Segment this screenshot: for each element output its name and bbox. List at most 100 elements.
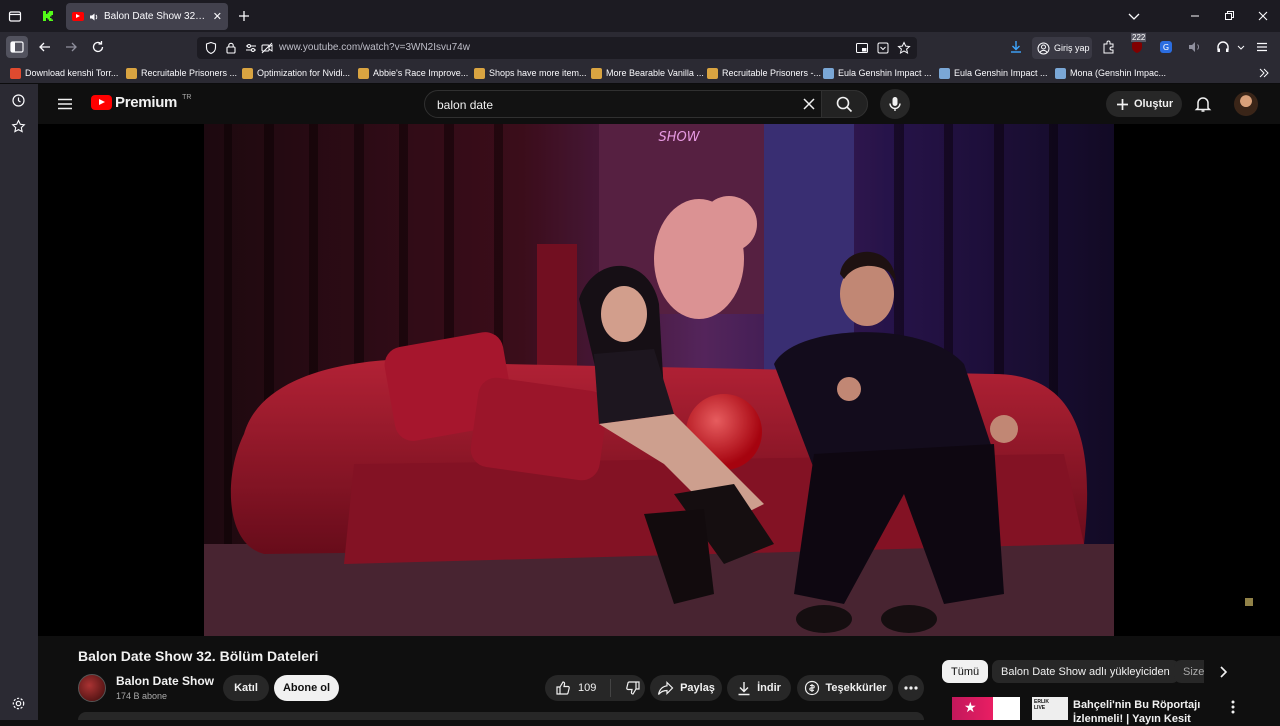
sidebar-toggle-icon[interactable] (6, 36, 28, 58)
share-arrow-icon (657, 680, 674, 696)
join-label: Katıl (234, 682, 258, 694)
suggested-title-line2: İzlenmeli! | Yayın Kesit (1073, 713, 1191, 725)
bookmark-label: Recruitable Prisoners -... (722, 68, 822, 78)
guide-menu-icon[interactable] (57, 96, 73, 112)
bookmark-item[interactable]: Recruitable Prisoners -... (707, 66, 821, 80)
permissions-icon[interactable] (244, 41, 258, 55)
close-window-icon[interactable] (1255, 8, 1271, 24)
minimize-icon[interactable] (1187, 8, 1203, 24)
chips-next-chevron-icon[interactable] (1216, 665, 1230, 679)
suggested-video-title[interactable]: Bahçeli'nin Bu Röportajı İzlenmeli! | Ya… (1073, 698, 1200, 726)
youtube-logo-icon (91, 95, 112, 110)
user-avatar[interactable] (1234, 92, 1258, 116)
bookmark-favicon-icon (10, 67, 21, 79)
search-input[interactable]: balon date (437, 98, 493, 112)
bookmark-item[interactable]: Shops have more item... (474, 66, 587, 80)
description-box[interactable] (78, 712, 924, 720)
sidebar-settings-gear-icon[interactable] (11, 696, 26, 711)
join-button[interactable]: Katıl (223, 675, 269, 701)
clear-search-icon[interactable] (802, 97, 816, 111)
save-to-pocket-icon[interactable] (876, 41, 890, 55)
share-button[interactable]: Paylaş (650, 675, 722, 701)
volume-extension-icon[interactable] (1187, 39, 1203, 55)
super-thanks-icon (804, 680, 820, 696)
reload-icon[interactable] (90, 39, 106, 55)
translate-extension-icon[interactable]: G (1158, 39, 1174, 55)
speaker-icon[interactable] (89, 12, 99, 22)
like-button[interactable]: 109 (555, 680, 596, 696)
tab-close-icon[interactable]: ✕ (213, 10, 222, 23)
new-tab-icon[interactable] (237, 9, 251, 23)
bookmark-item[interactable]: Download kenshi Torr... (10, 66, 118, 80)
thumbnail-badge-text: ERLIK LIVE (1034, 699, 1049, 711)
browser-sidebar (0, 84, 38, 720)
headphones-extension-icon[interactable] (1215, 39, 1231, 55)
channel-name[interactable]: Balon Date Show (116, 674, 214, 688)
dislike-button[interactable] (625, 680, 641, 696)
back-arrow-icon[interactable] (37, 39, 53, 55)
tab-youtube-active[interactable]: Balon Date Show 32. Bölüm ✕ (66, 3, 228, 30)
channel-avatar[interactable] (78, 674, 106, 702)
restore-icon[interactable] (1221, 8, 1237, 24)
suggested-video-thumbnail[interactable]: ★ (952, 697, 1020, 720)
create-label: Oluştur (1134, 98, 1174, 110)
picture-in-picture-icon[interactable] (855, 41, 869, 55)
video-frame[interactable]: SHOW (204, 124, 1114, 636)
search-box[interactable]: balon date (424, 90, 868, 118)
notifications-bell-icon[interactable] (1194, 95, 1212, 113)
address-bar[interactable]: www.youtube.com/watch?v=3WN2Isvu74w (197, 37, 917, 59)
bookmark-item[interactable]: Abbie's Race Improve... (358, 66, 468, 80)
search-button[interactable] (821, 90, 868, 118)
bookmarks-overflow-icon[interactable] (1258, 66, 1270, 80)
voice-search-button[interactable] (880, 89, 910, 119)
thumbs-down-icon (625, 680, 641, 696)
subscribe-button[interactable]: Abone ol (274, 675, 339, 701)
video-player[interactable]: SHOW (38, 124, 1280, 636)
bookmark-item[interactable]: Mona (Genshin Impac... (1055, 66, 1166, 80)
chip-from-uploader[interactable]: Balon Date Show adlı yükleyiciden (992, 660, 1179, 683)
bookmark-item[interactable]: More Bearable Vanilla ... (591, 66, 704, 80)
bookmark-item[interactable]: Optimization for Nvidi... (242, 66, 350, 80)
download-button[interactable]: İndir (727, 675, 791, 701)
sign-in-button[interactable]: Giriş yap (1032, 37, 1092, 59)
ublock-extension-icon[interactable]: 222 (1129, 33, 1147, 55)
app-menu-hamburger-icon[interactable] (1254, 39, 1270, 55)
chip-for-you[interactable]: Size (1174, 660, 1204, 683)
download-arrow-icon (737, 681, 751, 696)
download-label: İndir (757, 682, 781, 694)
tracking-shield-icon[interactable] (204, 41, 218, 55)
plus-icon (1116, 98, 1129, 111)
bookmark-favicon-icon (1055, 67, 1066, 79)
tab-overflow-chevron-icon[interactable] (1126, 8, 1142, 24)
suggested-more-icon[interactable] (1231, 700, 1235, 714)
svg-text:G: G (1163, 43, 1169, 52)
bookmark-favicon-icon (591, 67, 602, 79)
bookmark-item[interactable]: Recruitable Prisoners ... (126, 66, 237, 80)
like-count: 109 (578, 682, 597, 694)
tab-title: Balon Date Show 32. Bölüm (104, 11, 208, 22)
downloads-icon[interactable] (1008, 39, 1024, 55)
bookmark-item[interactable]: Eula Genshin Impact ... (939, 66, 1048, 80)
youtube-premium-logo[interactable]: Premium TR (91, 94, 191, 111)
bookmark-label: Optimization for Nvidi... (257, 68, 351, 78)
bookmark-item[interactable]: Eula Genshin Impact ... (823, 66, 932, 80)
pinned-tab-kick-icon[interactable] (42, 10, 54, 22)
bookmark-label: More Bearable Vanilla ... (606, 68, 704, 78)
extensions-puzzle-icon[interactable] (1101, 39, 1117, 55)
camera-blocked-icon[interactable] (260, 41, 274, 55)
history-icon[interactable] (11, 93, 26, 108)
chip-all[interactable]: Tümü (942, 660, 989, 683)
bookmark-label: Shops have more item... (489, 68, 587, 78)
extension-menu-chevron-icon[interactable] (1235, 39, 1251, 55)
like-dislike-group: 109 (545, 675, 645, 701)
bookmarks-sidebar-star-icon[interactable] (11, 119, 26, 134)
forward-arrow-icon[interactable] (63, 39, 79, 55)
bookmark-star-icon[interactable] (897, 41, 911, 55)
lock-icon[interactable] (224, 41, 238, 55)
create-button[interactable]: Oluştur (1106, 91, 1182, 117)
thanks-button[interactable]: Teşekkürler (797, 675, 893, 701)
tab-list-icon[interactable] (8, 9, 22, 23)
bookmark-favicon-icon (474, 67, 485, 79)
more-actions-button[interactable] (898, 675, 924, 701)
suggested-thumbnail-right[interactable]: ERLIK LIVE (1032, 697, 1068, 720)
